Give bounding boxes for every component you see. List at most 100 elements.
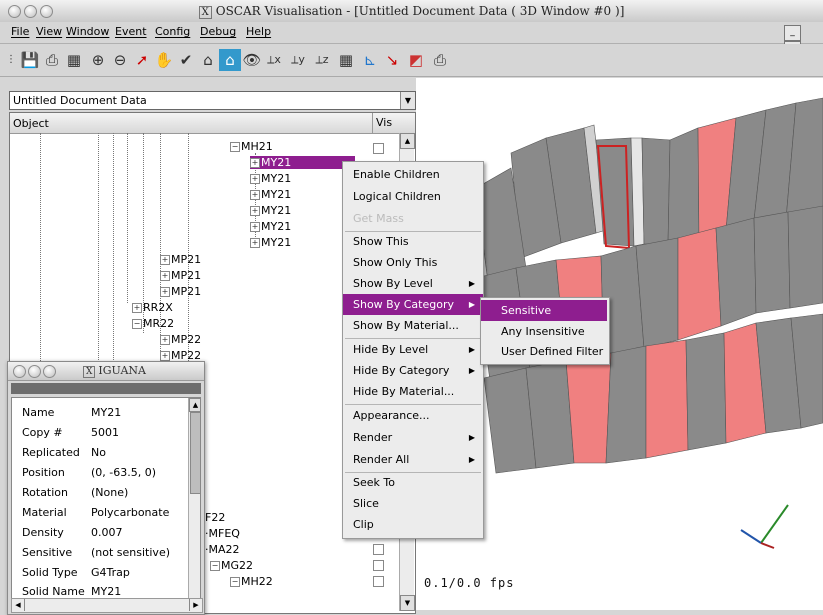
axes-icon[interactable]: ⊾ xyxy=(359,49,381,71)
expand-icon[interactable]: + xyxy=(250,174,260,184)
menu-show-by-material[interactable]: Show By Material... xyxy=(343,315,483,336)
menu-render-all[interactable]: Render All ▶ xyxy=(343,449,483,470)
menu-show-this[interactable]: Show This xyxy=(343,231,483,252)
menu-show-only-this[interactable]: Show Only This xyxy=(343,252,483,273)
property-hscrollbar[interactable]: ◀ ▶ xyxy=(11,598,203,613)
menu-hide-by-material[interactable]: Hide By Material... xyxy=(343,381,483,402)
minimize-window-button[interactable] xyxy=(28,365,41,378)
menu-slice[interactable]: Slice xyxy=(343,493,483,514)
expand-icon[interactable]: + xyxy=(250,190,260,200)
color-icon[interactable]: ◩ xyxy=(405,49,427,71)
zoom-window-button[interactable] xyxy=(43,365,56,378)
scroll-left-icon[interactable]: ◀ xyxy=(12,599,25,611)
submenu-sensitive[interactable]: Sensitive xyxy=(481,300,607,321)
column-vis[interactable]: Vis xyxy=(372,113,392,133)
menu-event[interactable]: Event xyxy=(115,25,147,38)
property-scrollbar[interactable]: ▲ xyxy=(188,398,200,600)
view-y-icon[interactable]: ⟂y xyxy=(287,49,309,71)
visibility-checkbox[interactable] xyxy=(373,544,384,555)
menu-clip[interactable]: Clip xyxy=(343,514,483,535)
menu-show-by-category[interactable]: Show By Category ▶ xyxy=(343,294,483,315)
tree-node[interactable]: − MG22 xyxy=(210,559,253,572)
collapse-icon[interactable]: − xyxy=(230,142,240,152)
expand-icon[interactable]: + xyxy=(160,335,170,345)
expand-icon[interactable]: + xyxy=(160,271,170,281)
visibility-checkbox[interactable] xyxy=(373,143,384,154)
tree-node[interactable]: + MY21 xyxy=(250,220,291,233)
expand-icon[interactable]: + xyxy=(160,255,170,265)
scroll-right-icon[interactable]: ▶ xyxy=(189,599,202,611)
home-icon[interactable]: ⌂ xyxy=(197,49,219,71)
close-window-button[interactable] xyxy=(13,365,26,378)
menu-appearance[interactable]: Appearance... xyxy=(343,405,483,426)
print-scene-icon[interactable]: ⎙ xyxy=(429,49,451,71)
tree-node[interactable]: ·MA22 xyxy=(205,543,240,556)
tree-node[interactable]: + MP21 xyxy=(160,253,201,266)
pick-icon[interactable]: ✔ xyxy=(175,49,197,71)
tree-node-selected[interactable]: + MY21 xyxy=(250,156,355,169)
tree-node[interactable]: + MY21 xyxy=(250,172,291,185)
expand-icon[interactable]: + xyxy=(250,238,260,248)
expand-icon[interactable]: + xyxy=(250,206,260,216)
tree-node[interactable]: + MP22 xyxy=(160,333,201,346)
menu-seek-to[interactable]: Seek To xyxy=(343,472,483,493)
view-all-icon[interactable]: 👁 xyxy=(241,49,263,71)
expand-icon[interactable]: + xyxy=(132,303,142,313)
zoom-out-icon[interactable]: ⊖ xyxy=(109,49,131,71)
iguana-title-bar[interactable]: X IGUANA xyxy=(8,362,204,381)
expand-icon[interactable]: + xyxy=(250,222,260,232)
collapse-icon[interactable]: − xyxy=(210,561,220,571)
zoom-in-icon[interactable]: ⊕ xyxy=(87,49,109,71)
tree-node[interactable]: − MH21 xyxy=(230,140,273,153)
tree-node[interactable]: + MY21 xyxy=(250,188,291,201)
main-title-bar[interactable]: X OSCAR Visualisation - [Untitled Documen… xyxy=(0,0,823,23)
visibility-checkbox[interactable] xyxy=(373,560,384,571)
menu-show-by-level[interactable]: Show By Level ▶ xyxy=(343,273,483,294)
menu-hide-by-category[interactable]: Hide By Category ▶ xyxy=(343,360,483,381)
print-icon[interactable]: ⎙ xyxy=(41,49,63,71)
scroll-up-icon[interactable]: ▲ xyxy=(189,398,200,412)
view-z-icon[interactable]: ⟂z xyxy=(311,49,333,71)
expand-icon[interactable]: + xyxy=(160,351,170,361)
hand-icon[interactable]: ✋ xyxy=(153,49,175,71)
iguana-window[interactable]: X IGUANA Name MY21 Copy # 5001 Replicated… xyxy=(7,361,205,615)
submenu-user-defined-filter[interactable]: User Defined Filter xyxy=(481,341,607,362)
tree-node[interactable]: F22 xyxy=(205,511,225,524)
menu-render[interactable]: Render ▶ xyxy=(343,427,483,448)
set-home-icon[interactable]: ⌂ xyxy=(219,49,241,71)
collapse-icon[interactable]: − xyxy=(230,577,240,587)
save-icon[interactable]: 💾 xyxy=(19,49,41,71)
tree-node[interactable]: + RR2X xyxy=(132,301,173,314)
menu-debug[interactable]: Debug xyxy=(200,25,236,38)
expand-icon[interactable]: + xyxy=(160,287,170,297)
menu-config[interactable]: Config xyxy=(155,25,190,38)
tree-node[interactable]: − MR22 xyxy=(132,317,174,330)
scroll-up-icon[interactable]: ▲ xyxy=(400,133,415,149)
tree-node[interactable]: + MP21 xyxy=(160,285,201,298)
select-arrow-icon[interactable]: ➚ xyxy=(131,49,153,71)
expand-icon[interactable]: + xyxy=(250,158,260,168)
tree-node[interactable]: − MH22 xyxy=(230,575,273,588)
submenu-any-insensitive[interactable]: Any Insensitive xyxy=(481,321,607,342)
grid-icon[interactable]: ▦ xyxy=(335,49,357,71)
menu-view[interactable]: View xyxy=(36,25,62,38)
view-x-icon[interactable]: ⟂x xyxy=(263,49,285,71)
column-object[interactable]: Object xyxy=(13,117,49,130)
tree-node[interactable]: ·MFEQ xyxy=(205,527,240,540)
collapse-icon[interactable]: − xyxy=(132,319,142,329)
mdi-minimize-button[interactable]: _ xyxy=(784,25,801,41)
chevron-down-icon[interactable]: ▼ xyxy=(400,92,415,109)
visibility-checkbox[interactable] xyxy=(373,576,384,587)
menu-hide-by-level[interactable]: Hide By Level ▶ xyxy=(343,339,483,360)
menu-window[interactable]: Window xyxy=(66,25,109,38)
tree-node[interactable]: + MP21 xyxy=(160,269,201,282)
film-icon[interactable]: ▦ xyxy=(63,49,85,71)
scroll-thumb[interactable] xyxy=(190,412,200,494)
scroll-down-icon[interactable]: ▼ xyxy=(400,595,415,611)
seek-icon[interactable]: ↘ xyxy=(381,49,403,71)
menu-enable-children[interactable]: Enable Children xyxy=(343,164,483,185)
tree-node[interactable]: + MY21 xyxy=(250,204,291,217)
menu-help[interactable]: Help xyxy=(246,25,271,38)
tree-node[interactable]: + MY21 xyxy=(250,236,291,249)
document-selector[interactable]: Untitled Document Data ▼ xyxy=(9,91,416,110)
